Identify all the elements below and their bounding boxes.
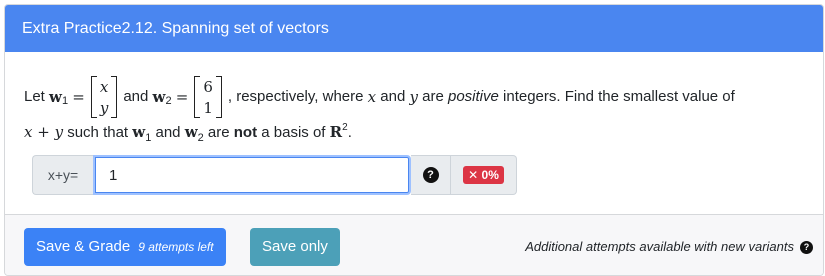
are-text: are [207,124,230,141]
w2-symbol: w [152,88,166,106]
question-title: Extra Practice2.12. Spanning set of vect… [5,5,823,52]
score-badge: ✕ 0% [463,166,504,184]
save-grade-label: Save & Grade [36,238,131,255]
w1-bottom-entry: y [99,98,109,117]
and-text: and [123,88,149,105]
score-box: ✕ 0% [451,155,517,195]
w1-symbol: w [132,123,146,141]
such-that-text: such that [67,124,129,141]
w1-vector: x y [90,76,118,118]
and-text: and [155,124,181,141]
w1-top-entry: x [99,77,109,96]
w2-top-entry: 6 [203,77,213,96]
right-bracket [111,76,118,118]
w2-symbol: w [184,123,198,141]
are-text: are [422,88,444,105]
question-mark-icon[interactable]: ? [800,240,813,254]
real-space-exponent: 2 [342,122,348,133]
text-find-smallest: integers. Find the smallest value of [503,88,735,105]
question-text: Let w1 = x y and w2 = 6 1 , respectively… [24,75,804,145]
var-y: y [409,88,418,106]
not-text: not [233,124,258,141]
right-bracket [215,76,222,118]
real-space-symbol: R [329,123,343,141]
question-card: Extra Practice2.12. Spanning set of vect… [4,4,824,276]
equals-sign: = [72,88,85,106]
w1-symbol: w [49,88,62,106]
attempts-left-label: 9 attempts left [138,240,214,254]
text-respectively: , respectively, where [227,88,364,105]
question-line-2: x + y such that w1 and w2 are not a basi… [24,119,804,145]
w2-subscript: 2 [165,95,172,107]
equals-sign: = [175,88,189,106]
save-only-button[interactable]: Save only [250,228,340,266]
w1-subscript: 1 [61,95,69,107]
additional-attempts-text: Additional attempts available with new v… [525,239,794,254]
w2-subscript: 2 [197,132,204,144]
w2-bottom-entry: 1 [203,98,213,117]
card-footer: Save & Grade 9 attempts left Save only Ad… [5,214,823,275]
intro-text: Let [24,88,45,105]
w2-vector: 6 1 [194,76,222,118]
expr-x-plus-y: x + y [24,123,64,141]
question-line-1: Let w1 = x y and w2 = 6 1 , respectively… [24,75,804,119]
answer-prefix: x+y= [32,155,93,195]
basis-text: a basis of [261,124,326,141]
answer-input[interactable] [93,155,411,195]
positive-text: positive [448,88,499,105]
var-x: x [367,88,377,106]
question-mark-icon[interactable]: ? [422,167,439,183]
save-grade-button[interactable]: Save & Grade 9 attempts left [24,228,226,266]
answer-row: x+y= ? ✕ 0% [32,155,517,195]
additional-attempts-note: Additional attempts available with new v… [525,228,813,266]
help-box[interactable]: ? [411,155,451,195]
question-body: Let w1 = x y and w2 = 6 1 , respectively… [5,52,823,214]
period: . [347,124,352,141]
and-text: and [380,88,406,105]
w1-subscript: 1 [145,132,152,144]
